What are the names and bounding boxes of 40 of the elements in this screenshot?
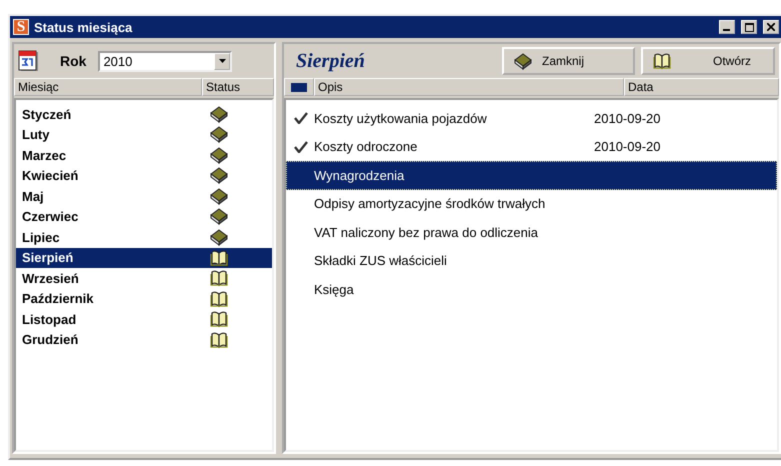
month-row[interactable]: Kwiecień (16, 166, 272, 186)
month-row[interactable]: Maj (16, 186, 272, 206)
month-row[interactable]: Marzec (16, 145, 272, 166)
calendar-icon (18, 49, 40, 73)
month-row[interactable]: Listopad (16, 309, 272, 330)
caret-icon (218, 59, 226, 63)
month-row[interactable]: Lipiec (16, 227, 272, 248)
month-row[interactable]: Wrzesień (16, 268, 272, 288)
task-row[interactable]: Koszty użytkowania pojazdów 2010-09-20 (286, 104, 777, 132)
month-heading: Sierpień (296, 50, 366, 72)
column-header[interactable]: Opis (314, 78, 624, 96)
task-row[interactable]: Odpisy amortyzacyjne środków trwałych (286, 190, 777, 218)
column-header[interactable] (284, 78, 314, 96)
month-row[interactable]: Styczeń (16, 104, 272, 124)
task-row[interactable]: Księga (286, 275, 777, 304)
close-button[interactable] (763, 20, 779, 34)
close-icon (767, 23, 775, 31)
column-header[interactable]: Data (624, 78, 779, 96)
month-row[interactable]: Sierpień (16, 248, 272, 268)
column-header[interactable]: Miesiąc (14, 78, 202, 96)
task-row[interactable]: Składki ZUS właścicieli (286, 246, 777, 275)
task-row[interactable]: Wynagrodzenia (286, 161, 777, 190)
task-row[interactable]: VAT naliczony bez prawa do odliczenia (286, 218, 777, 246)
close-month-button[interactable]: Zamknij (502, 47, 635, 75)
window-title: Status miesiąca (34, 20, 134, 34)
month-row[interactable]: Luty (16, 124, 272, 145)
month-row[interactable]: Grudzień (16, 330, 272, 350)
month-row[interactable]: Czerwiec (16, 206, 272, 227)
closed-book-icon (514, 52, 532, 70)
maximize-button[interactable] (741, 20, 757, 34)
maximize-icon (744, 22, 754, 32)
month-row[interactable]: Październik (16, 288, 272, 309)
open-month-button[interactable]: Otwórz (641, 47, 775, 75)
year-label: Rok (60, 53, 86, 69)
column-header[interactable]: Status (202, 78, 274, 96)
year-dropdown[interactable]: 2010 (98, 50, 232, 72)
task-row[interactable]: Koszty odroczone 2010-09-20 (286, 132, 777, 161)
minimize-button[interactable] (719, 20, 735, 34)
open-book-icon (653, 53, 671, 69)
app-logo: S (13, 19, 29, 35)
